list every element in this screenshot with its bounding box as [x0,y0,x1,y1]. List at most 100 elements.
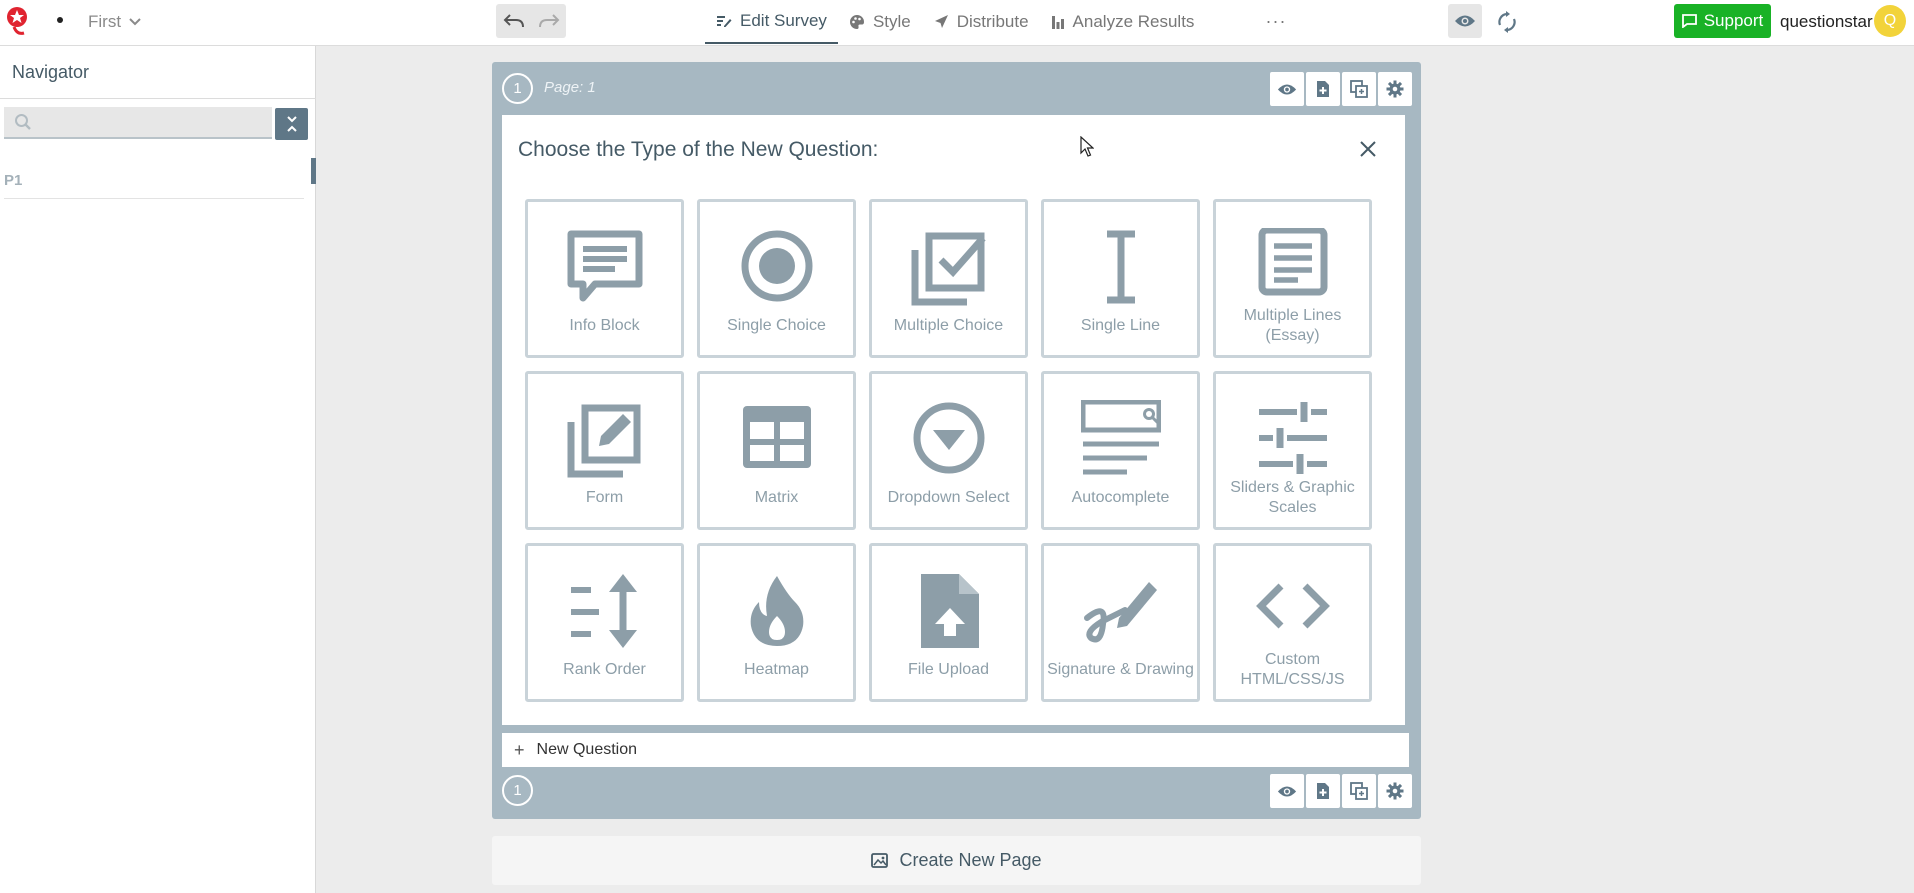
tab-distribute[interactable]: Distribute [922,0,1040,44]
sync-icon [1497,11,1517,33]
question-type-grid: Info Block Single Choice Multiple Choice [525,199,1372,702]
add-page-button[interactable] [1306,72,1340,106]
form-edit-icon [565,400,645,480]
bar-chart-icon [1051,14,1065,30]
mouse-cursor-icon [1080,136,1094,158]
qtype-heatmap[interactable]: Heatmap [697,543,856,702]
create-page-label: Create New Page [899,850,1042,870]
redo-button[interactable] [531,4,566,38]
qtype-label: Multiple Choice [893,317,1004,334]
grid-icon [737,400,817,480]
eye-icon [1454,14,1476,28]
status-dot [57,17,63,23]
page-toolbar-bottom [1270,774,1412,808]
navigator-search [4,107,272,139]
qtype-autocomplete[interactable]: Autocomplete [1041,371,1200,530]
eye-icon [1277,83,1297,96]
new-question-button[interactable]: + New Question [502,733,1409,767]
avatar[interactable]: Q [1874,5,1906,37]
copy-page-button[interactable] [1342,72,1376,106]
file-plus-icon [1316,782,1330,800]
support-button[interactable]: Support [1674,4,1771,38]
qtype-dropdown-select[interactable]: Dropdown Select [869,371,1028,530]
code-icon [1253,572,1333,652]
gear-icon [1386,782,1404,800]
qtype-label: Matrix [754,489,799,506]
qtype-multiple-lines[interactable]: Multiple Lines (Essay) [1213,199,1372,358]
create-new-page-button[interactable]: Create New Page [492,836,1421,885]
username[interactable]: questionstar [1780,12,1873,32]
document-lines-icon [1253,228,1333,308]
copy-page-button[interactable] [1342,774,1376,808]
tab-edit-survey[interactable]: Edit Survey [705,0,838,44]
checkbox-multiple-icon [909,228,989,308]
page-number-badge-bottom: 1 [502,775,533,806]
survey-name: First [88,12,122,31]
chevron-down-icon [129,18,141,26]
survey-page-card: 1 Page: 1 Choose the Type of the New Que… [492,62,1421,819]
info-block-icon [565,228,645,308]
tab-style[interactable]: Style [838,0,922,44]
gear-icon [1386,80,1404,98]
file-upload-icon [909,572,989,652]
autocomplete-icon [1081,400,1161,480]
qtype-form[interactable]: Form [525,371,684,530]
top-bar: First Edit Survey Style Distribute Analy… [0,0,1914,46]
page-settings-button[interactable] [1378,774,1412,808]
tab-label: Style [872,12,911,31]
copy-icon [1350,782,1368,800]
qtype-multiple-choice[interactable]: Multiple Choice [869,199,1028,358]
panel-title: Choose the Type of the New Question: [518,138,879,161]
qtype-info-block[interactable]: Info Block [525,199,684,358]
qtype-file-upload[interactable]: File Upload [869,543,1028,702]
tab-label: Distribute [956,12,1029,31]
support-label: Support [1703,11,1764,30]
qtype-single-line[interactable]: Single Line [1041,199,1200,358]
undo-button[interactable] [496,4,531,38]
navigator-sidebar: Navigator P1 [0,46,316,893]
close-panel-button[interactable] [1354,135,1382,163]
tab-label: Edit Survey [740,11,827,30]
page-toolbar-top [1270,72,1412,106]
nav-page-item[interactable]: P1 [4,172,304,199]
collapse-all-button[interactable] [275,108,308,140]
file-plus-icon [1316,80,1330,98]
redo-icon [538,13,560,29]
page-title[interactable]: Page: 1 [544,79,596,96]
scroll-indicator[interactable] [311,158,316,184]
sync-button[interactable] [1494,9,1520,35]
questionstar-logo-icon[interactable] [5,6,31,36]
rank-order-icon [565,572,645,652]
search-input[interactable] [40,107,272,137]
search-icon [4,113,32,131]
qtype-label: Info Block [569,317,640,334]
qtype-label: Rank Order [563,661,646,678]
tab-analyze-results[interactable]: Analyze Results [1040,0,1206,44]
flame-icon [737,572,817,652]
page-preview-button[interactable] [1270,774,1304,808]
qtype-custom-html[interactable]: Custom HTML/CSS/JS [1213,543,1372,702]
text-cursor-icon [1081,228,1161,308]
qtype-label: Dropdown Select [887,489,1010,506]
qtype-sliders[interactable]: Sliders & Graphic Scales [1213,371,1372,530]
qtype-matrix[interactable]: Matrix [697,371,856,530]
more-menu-button[interactable]: ··· [1264,8,1288,34]
add-page-button[interactable] [1306,774,1340,808]
qtype-rank-order[interactable]: Rank Order [525,543,684,702]
survey-selector[interactable]: First [88,11,141,33]
qtype-single-choice[interactable]: Single Choice [697,199,856,358]
qtype-label: Single Choice [727,317,826,334]
page-preview-button[interactable] [1270,72,1304,106]
palette-icon [849,14,865,30]
page-settings-button[interactable] [1378,72,1412,106]
eye-icon [1277,785,1297,798]
question-type-panel: Choose the Type of the New Question: Inf… [502,115,1405,725]
sliders-icon [1253,400,1333,480]
preview-button[interactable] [1448,4,1482,38]
radio-icon [737,228,817,308]
qtype-signature[interactable]: Signature & Drawing [1041,543,1200,702]
edit-icon [716,14,732,28]
qtype-label: Sliders & Graphic Scales [1230,479,1355,516]
qtype-label: Signature & Drawing [1047,661,1194,678]
qtype-label: Single Line [1080,317,1161,334]
